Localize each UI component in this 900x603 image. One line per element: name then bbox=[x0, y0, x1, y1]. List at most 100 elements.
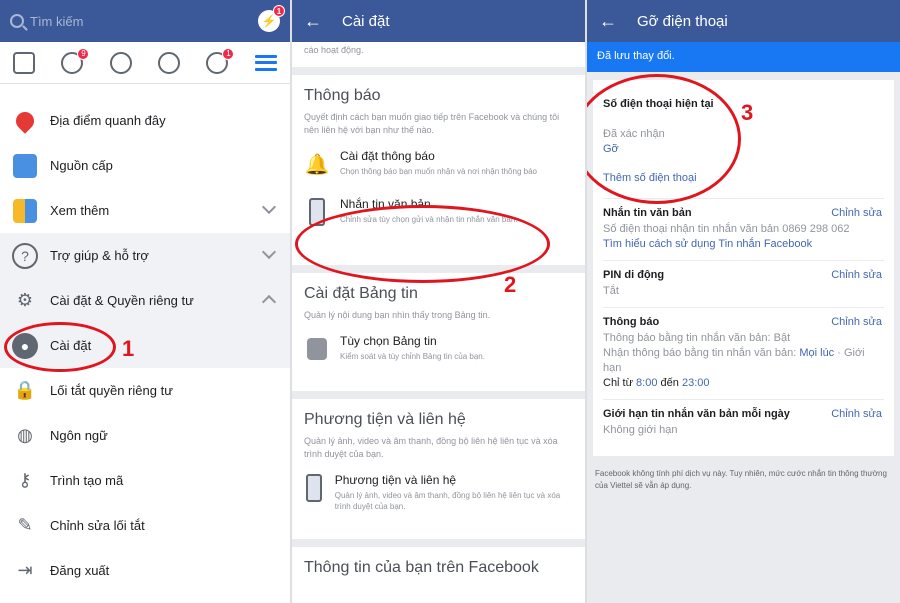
news-feed-tab-icon[interactable] bbox=[13, 51, 36, 74]
gear-icon: ⚙ bbox=[16, 290, 34, 310]
only-from-label: Chỉ từ bbox=[603, 377, 633, 389]
menu-item-nearby[interactable]: Địa điểm quanh đây bbox=[0, 98, 290, 143]
remove-phone-panel: ← Gỡ điện thoại Đã lưu thay đổi. Số điện… bbox=[587, 0, 900, 603]
chevron-down-icon bbox=[261, 244, 277, 260]
menu-tab-icon[interactable] bbox=[254, 52, 277, 74]
menu-item-see-more[interactable]: Xem thêm bbox=[0, 188, 290, 233]
see-more-icon bbox=[12, 198, 38, 224]
menu-label: Địa điểm quanh đây bbox=[50, 113, 166, 128]
annotation-number-2: 2 bbox=[504, 272, 517, 297]
page-title: Gỡ điện thoại bbox=[637, 12, 728, 30]
messenger-badge: 1 bbox=[273, 5, 285, 17]
help-icon: ? bbox=[12, 242, 38, 269]
section-desc: Quyết định cách bạn muốn giao tiếp trên … bbox=[304, 112, 560, 135]
edit-limit-link[interactable]: Chỉnh sửa bbox=[831, 408, 882, 420]
menu-panel: Tìm kiếm ⚡ 1 9 1 Địa điểm quanh đây Nguồn… bbox=[0, 0, 290, 603]
back-arrow-icon[interactable]: ← bbox=[599, 11, 617, 32]
menu-item-language[interactable]: ◍ Ngôn ngữ bbox=[0, 413, 290, 458]
chevron-up-icon bbox=[261, 294, 277, 310]
top-bar: Tìm kiếm ⚡ 1 bbox=[0, 0, 290, 42]
pencil-icon: ✎ bbox=[17, 515, 33, 535]
settings-panel: ← Cài đặt cáo hoạt động. Thông báo Quyết… bbox=[292, 0, 585, 603]
chevron-down-icon bbox=[261, 199, 277, 215]
notifications-badge: 1 bbox=[222, 47, 235, 60]
edit-pin-link[interactable]: Chỉnh sửa bbox=[831, 269, 882, 281]
item-sub: Chọn thông báo bạn muốn nhận và nơi nhận… bbox=[340, 167, 537, 176]
news-feed-card: Cài đặt Bảng tin Quản lý nội dung bạn nh… bbox=[292, 273, 585, 391]
nav-row: 9 1 bbox=[0, 42, 290, 84]
search-input[interactable]: Tìm kiếm bbox=[10, 7, 258, 35]
pin-value: Tắt bbox=[603, 285, 619, 297]
from-time-link[interactable]: 8:00 bbox=[636, 377, 657, 389]
footer-note: Facebook không tính phí dịch vụ này. Tuy… bbox=[595, 469, 887, 490]
notif-line-2: Nhận thông báo bằng tin nhắn văn bản: Mọ… bbox=[603, 346, 884, 376]
limit-value: Không giới hạn bbox=[603, 424, 678, 436]
menu-item-help[interactable]: ? Trợ giúp & hỗ trợ bbox=[0, 233, 290, 278]
text-messaging-section: Nhắn tin văn bản Chỉnh sửa Số điện thoại… bbox=[603, 199, 884, 261]
media-contacts-card: Phương tiện và liên hệ Quản lý ảnh, vide… bbox=[292, 399, 585, 539]
daily-limit-section: Giới hạn tin nhắn văn bản mỗi ngày Chỉnh… bbox=[603, 400, 884, 446]
menu-label: Trình tạo mã bbox=[50, 473, 124, 488]
settings-header: ← Cài đặt bbox=[292, 0, 585, 42]
menu-item-code-generator[interactable]: ⚷ Trình tạo mã bbox=[0, 458, 290, 503]
menu-label: Ngôn ngữ bbox=[50, 428, 108, 443]
messenger-icon[interactable]: ⚡ 1 bbox=[258, 5, 285, 32]
menu-label: Xem thêm bbox=[50, 203, 110, 218]
notifications-tab-icon[interactable]: 1 bbox=[206, 47, 235, 74]
page-title: Cài đặt bbox=[342, 12, 390, 30]
section-desc: Quản lý ảnh, video và âm thanh, đồng bộ … bbox=[304, 436, 558, 459]
key-icon: ⚷ bbox=[18, 470, 32, 490]
bell-icon: 🔔 bbox=[304, 153, 330, 176]
menu-item-feed[interactable]: Nguồn cấp bbox=[0, 143, 290, 188]
edit-sms-link[interactable]: Chỉnh sửa bbox=[831, 207, 882, 219]
section-title: Phương tiện và liên hệ bbox=[304, 411, 466, 428]
edit-notifications-link[interactable]: Chỉnh sửa bbox=[831, 316, 882, 328]
back-arrow-icon[interactable]: ← bbox=[304, 11, 322, 32]
menu-item-privacy-shortcuts[interactable]: 🔒 Lối tắt quyền riêng tư bbox=[0, 368, 290, 413]
menu-item-logout[interactable]: ⇥ Đăng xuất bbox=[0, 548, 290, 593]
remove-phone-header: ← Gỡ điện thoại bbox=[587, 0, 900, 42]
item-sub: Kiểm soát và tùy chỉnh Bảng tin của bạn. bbox=[340, 352, 485, 361]
section-title: Cài đặt Bảng tin bbox=[304, 285, 418, 302]
search-icon bbox=[10, 14, 24, 28]
anytime-link[interactable]: Mọi lúc bbox=[799, 347, 834, 359]
menu-item-edit-shortcuts[interactable]: ✎ Chỉnh sửa lối tắt bbox=[0, 503, 290, 548]
menu-label: Chỉnh sửa lối tắt bbox=[50, 518, 145, 533]
annotation-number-3: 3 bbox=[741, 100, 754, 125]
annotation-number-1: 1 bbox=[122, 336, 135, 361]
menu-label: Đăng xuất bbox=[50, 563, 110, 578]
your-info-card: Thông tin của bạn trên Facebook bbox=[292, 547, 585, 603]
menu-label: Lối tắt quyền riêng tư bbox=[50, 383, 173, 398]
saved-banner: Đã lưu thay đổi. bbox=[587, 42, 900, 72]
news-feed-preferences-item[interactable]: Tùy chọn Bảng tin Kiểm soát và tùy chỉnh… bbox=[304, 334, 573, 364]
menu-label: Trợ giúp & hỗ trợ bbox=[50, 248, 149, 263]
notification-settings-item[interactable]: 🔔 Cài đặt thông báo Chọn thông báo bạn m… bbox=[304, 149, 573, 179]
feed-preferences-icon bbox=[304, 334, 330, 364]
item-sub: Quản lý ảnh, video và âm thanh, đồng bộ … bbox=[334, 491, 561, 511]
groups-tab-icon[interactable] bbox=[109, 51, 132, 74]
to-label: đến bbox=[660, 377, 679, 389]
item-title: Cài đặt thông báo bbox=[340, 149, 435, 163]
media-settings-icon bbox=[304, 473, 325, 503]
logout-icon: ⇥ bbox=[17, 560, 33, 580]
mobile-pin-section: PIN di động Chỉnh sửa Tắt bbox=[603, 261, 884, 308]
lock-icon: 🔒 bbox=[13, 380, 37, 400]
top-snippet: cáo hoạt động. bbox=[304, 45, 364, 55]
annotation-oval-1 bbox=[4, 322, 116, 372]
media-contacts-item[interactable]: Phương tiện và liên hệ Quản lý ảnh, vide… bbox=[304, 473, 573, 512]
learn-sms-link[interactable]: Tìm hiểu cách sử dụng Tin nhắn Facebook bbox=[603, 237, 884, 252]
friends-tab-icon[interactable]: 9 bbox=[61, 47, 90, 74]
item-title: Phương tiện và liên hệ bbox=[334, 473, 457, 487]
item-title: Tùy chọn Bảng tin bbox=[340, 334, 437, 348]
menu-item-settings-privacy[interactable]: ⚙ Cài đặt & Quyền riêng tư bbox=[0, 278, 290, 323]
notif-line-2-pre: Nhận thông báo bằng tin nhắn văn bản: bbox=[603, 347, 797, 359]
menu-label: Nguồn cấp bbox=[50, 158, 113, 173]
news-feed-icon bbox=[12, 153, 38, 179]
section-title: Thông tin của bạn trên Facebook bbox=[304, 559, 539, 576]
watch-tab-icon[interactable] bbox=[158, 51, 181, 74]
notif-line-3: Chỉ từ 8:00 đến 23:00 bbox=[603, 376, 884, 391]
to-time-link[interactable]: 23:00 bbox=[682, 377, 710, 389]
menu-label: Cài đặt & Quyền riêng tư bbox=[50, 293, 194, 308]
notif-line-1: Thông báo bằng tin nhắn văn bản: Bật bbox=[603, 332, 791, 344]
globe-icon: ◍ bbox=[17, 425, 33, 445]
